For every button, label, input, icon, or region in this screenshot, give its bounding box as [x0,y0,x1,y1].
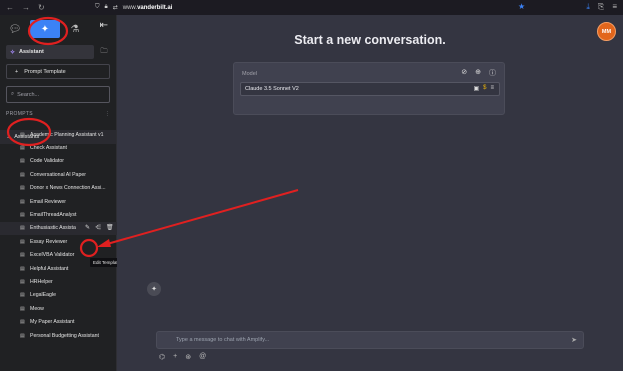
assistant-fab-icon[interactable]: ✦ [147,282,161,296]
model-card-icons: ⊘ ⊕ ⓘ [461,68,496,78]
model-label: Model [242,71,257,77]
chat-tools: ⌬ + ⊛ @ [159,353,206,361]
list-item[interactable]: ▤ Check Assistant [0,141,117,154]
list-item[interactable]: ▤ Essay Reviewer [0,235,117,248]
row-actions: ✎ ⋲ 🗑︎ [85,224,114,231]
forward-arrow-icon[interactable]: → [22,3,30,12]
assistant-row: ✧ Assistant 🗀 [0,43,116,61]
shield-icon: ⛉ [95,4,100,10]
settings-icon[interactable]: ⊛ [185,353,191,361]
browser-right-icons: ⤓ ⎘ ≡ [586,2,617,12]
template-icon: ▤ [20,158,25,165]
menu-icon[interactable]: ≡ [612,2,617,12]
lock-icon: 🔒︎ [104,4,108,10]
sidebar-tabs: 💬︎ ✦ ⚗ ⇤ [0,15,116,43]
mention-icon[interactable]: @ [199,353,206,361]
globe-icon[interactable]: ⊕ [475,68,481,78]
tools-tab-icon[interactable]: ⚗ [66,20,84,38]
template-icon: ▤ [20,265,25,272]
list-item[interactable]: ▤ LegalEagle [0,289,117,302]
back-arrow-icon[interactable]: ← [6,3,14,12]
info-icon[interactable]: ⓘ [489,68,496,78]
browser-toolbar: ← → ↻ ⛉ 🔒︎ ⇄ www.vanderbilt.ai ★ ⤓ ⎘ ≡ [0,0,623,15]
avatar[interactable]: MM [597,22,616,41]
search-icon: ⌕ [11,91,15,97]
page-title: Start a new conversation. [294,33,446,47]
download-icon[interactable]: ⤓ [586,2,590,12]
browser-nav: ← → ↻ [0,3,95,12]
list-item[interactable]: ▤ Conversational AI Paper [0,168,117,181]
template-icon: ▤ [20,238,25,245]
trash-icon[interactable]: 🗑︎ [106,224,114,231]
model-card: Model ⊘ ⊕ ⓘ Claude 3.5 Sonnet V2 ▣ $ ≡ [233,62,505,115]
list-icon: ≡ [490,85,494,91]
collapse-sidebar-icon[interactable]: ⇤ [100,20,108,31]
chat-input[interactable]: Type a message to chat with Amplify... ➤ [156,331,584,349]
prompts-header: PROMPTS ⋮ [0,109,116,118]
template-icon: ▤ [20,131,25,138]
prompt-list: ▤ Academic Planning Assistant v1 ▤ Check A… [0,128,117,342]
share-icon[interactable]: ⎘ [598,2,604,12]
list-item[interactable]: ▤ HRHelper [0,275,117,288]
assistant-selector[interactable]: ✧ Assistant [6,45,94,59]
list-item[interactable]: ▤ Email Reviewer [0,195,117,208]
template-icon: ▤ [20,145,25,152]
model-select-icons: ▣ $ ≡ [473,85,494,92]
template-icon: ▤ [20,185,25,192]
plus-icon: + [15,68,19,75]
template-icon: ▤ [20,212,25,219]
url-domain: vanderbilt.ai [137,4,173,11]
assistants-tab-icon[interactable]: ✦ [30,20,60,38]
reload-icon[interactable]: ↻ [38,3,45,12]
plus-icon[interactable]: + [173,353,177,361]
prompt-template-label: Prompt Template [24,68,66,75]
assistant-icon[interactable]: ⌬ [159,353,165,361]
prompts-header-label: PROMPTS [6,110,33,117]
url-prefix: www. [122,4,138,11]
main-panel: Start a new conversation. MM Model ⊘ ⊕ ⓘ… [117,15,623,371]
list-item[interactable]: ▤ Academic Planning Assistant v1 [0,128,117,141]
assistant-label: Assistant [19,49,44,55]
template-icon: ▤ [20,252,25,259]
search-placeholder: Search... [17,91,40,98]
template-icon: ▤ [20,292,25,299]
new-folder-icon[interactable]: 🗀 [98,46,110,58]
template-icon: ▤ [20,198,25,205]
list-item[interactable]: ▤ EmailThreadAnalyst [0,208,117,221]
model-select[interactable]: Claude 3.5 Sonnet V2 ▣ $ ≡ [240,82,500,96]
list-item[interactable]: ▤ Donor x News Connection Assi... [0,182,117,195]
chat-tab-icon[interactable]: 💬︎ [6,20,24,38]
prompt-template-button[interactable]: + Prompt Template [6,64,110,79]
edit-icon[interactable]: ✎ [85,224,90,231]
chat-placeholder: Type a message to chat with Amplify... [176,337,270,343]
tracking-icon: ⇄ [112,5,118,11]
share-icon[interactable]: ⋲ [95,224,101,231]
list-item[interactable]: ▤ Personal Budgetting Assistant [0,329,117,342]
image-icon: ▣ [473,86,480,92]
sparkle-icon: ✧ [10,49,16,56]
eye-off-icon[interactable]: ⊘ [461,68,467,78]
template-icon: ▤ [20,278,25,285]
template-icon: ▤ [20,319,25,326]
template-icon: ▤ [20,225,25,232]
list-item[interactable]: ▤ My Paper Assistant [0,315,117,328]
bookmark-star-icon[interactable]: ★ [518,2,525,11]
list-item[interactable]: ▤ Code Validator [0,155,117,168]
model-value: Claude 3.5 Sonnet V2 [245,86,299,92]
cost-icon: $ [483,85,487,91]
more-options-icon[interactable]: ⋮ [105,111,110,117]
template-icon: ▤ [20,305,25,312]
list-item[interactable]: ▤ Meow [0,302,117,315]
address-bar[interactable]: ⛉ 🔒︎ ⇄ www.vanderbilt.ai [95,4,623,11]
send-icon[interactable]: ➤ [571,336,577,344]
template-icon: ▤ [20,332,25,339]
list-item-hovered[interactable]: ▤ Enthusiastic Assista ✎ ⋲ 🗑︎ [0,221,117,236]
search-input[interactable]: ⌕ Search... [6,86,110,103]
template-icon: ▤ [20,171,25,178]
